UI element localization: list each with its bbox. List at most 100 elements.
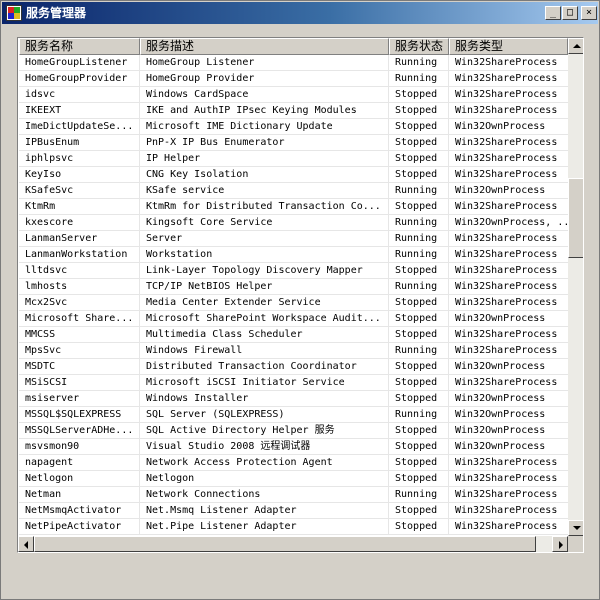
table-row[interactable]: napagent Network Access Protection Agent S… (19, 455, 568, 471)
vertical-scrollbar[interactable] (568, 38, 583, 536)
service-status-cell: Stopped (389, 119, 449, 134)
service-type-cell: Win32OwnProcess (455, 393, 546, 404)
table-row[interactable]: lmhosts TCP/IP NetBIOS Helper Running Win32… (19, 279, 568, 295)
service-status-cell: Stopped (389, 199, 449, 214)
service-status-cell: Running (389, 279, 449, 294)
table-row[interactable]: KSafeSvc KSafe service Running Win32OwnProc… (19, 183, 568, 199)
service-status-cell: Running (389, 487, 449, 502)
service-description-cell: KSafe service (140, 183, 389, 198)
scroll-up-button[interactable] (568, 38, 583, 54)
table-row[interactable]: LanmanServer Server Running Win32ShareProce… (19, 231, 568, 247)
service-description-cell: Net.Pipe Listener Adapter (140, 519, 389, 534)
service-name-cell: kxescore (19, 215, 140, 230)
service-name-cell: NetPipeActivator (19, 519, 140, 534)
table-row[interactable]: Mcx2Svc Media Center Extender Service Stop… (19, 295, 568, 311)
table-row[interactable]: msvsmon90 Visual Studio 2008 远程调试器 Stopped… (19, 439, 568, 455)
scroll-left-button[interactable] (18, 536, 34, 552)
table-row[interactable]: ImeDictUpdateSe... Microsoft IME Dictiona… (19, 119, 568, 135)
service-name-cell: MSSQLServerADHe... (19, 423, 140, 438)
minimize-button[interactable]: _ (545, 6, 561, 20)
service-description-cell: PnP-X IP Bus Enumerator (140, 135, 389, 150)
column-header-service-status[interactable]: 服务状态 (389, 38, 449, 55)
table-row[interactable]: IKEEXT IKE and AuthIP IPsec Keying Module… (19, 103, 568, 119)
title-bar[interactable]: 服务管理器 _ □ × (2, 2, 598, 24)
service-list-view[interactable]: 服务名称 服务描述 服务状态 服务类型 HomeGroupListener Hom… (17, 37, 584, 553)
table-row[interactable]: lltdsvc Link-Layer Topology Discovery Map… (19, 263, 568, 279)
vertical-scroll-thumb[interactable] (568, 178, 583, 258)
service-description-cell: IP Helper (140, 151, 389, 166)
service-type-cell: Win32ShareProcess (455, 137, 558, 148)
service-name-cell: KeyIso (19, 167, 140, 182)
table-row[interactable]: MSiSCSI Microsoft iSCSI Initiator Service… (19, 375, 568, 391)
table-row[interactable]: KtmRm KtmRm for Distributed Transaction C… (19, 199, 568, 215)
maximize-button[interactable]: □ (562, 6, 578, 20)
service-type-cell: Win32ShareProcess (455, 89, 558, 100)
table-row[interactable]: HomeGroupProvider HomeGroup Provider Runni… (19, 71, 568, 87)
table-row[interactable]: IPBusEnum PnP-X IP Bus Enumerator Stopped W… (19, 135, 568, 151)
table-row[interactable]: Netman Network Connections Running Win32Sha… (19, 487, 568, 503)
service-description-cell: Visual Studio 2008 远程调试器 (140, 439, 389, 454)
service-type-cell: Win32ShareProcess (455, 281, 558, 292)
horizontal-scrollbar[interactable] (18, 536, 568, 552)
table-row[interactable]: NetMsmqActivator Net.Msmq Listener Adapte… (19, 503, 568, 519)
service-status-cell: Running (389, 343, 449, 358)
service-type-cell: Win32ShareProcess (455, 57, 558, 68)
table-row[interactable]: MSDTC Distributed Transaction Coordinator… (19, 359, 568, 375)
service-status-cell: Stopped (389, 375, 449, 390)
service-name-cell: Netman (19, 487, 140, 502)
table-row[interactable]: KeyIso CNG Key Isolation Stopped Win32Share… (19, 167, 568, 183)
table-row[interactable]: NetPipeActivator Net.Pipe Listener Adapte… (19, 519, 568, 535)
service-manager-window: 服务管理器 _ □ × 服务名称 服务描述 服务状态 服务类型 HomeGrou… (0, 0, 600, 600)
table-row[interactable]: Netlogon Netlogon Stopped Win32ShareProcess (19, 471, 568, 487)
service-name-cell: Mcx2Svc (19, 295, 140, 310)
service-name-cell: MMCSS (19, 327, 140, 342)
column-header-service-name[interactable]: 服务名称 (19, 38, 140, 55)
table-row[interactable]: MSSQLServerADHe... SQL Active Directory H… (19, 423, 568, 439)
service-name-cell: HomeGroupProvider (19, 71, 140, 86)
service-status-cell: Running (389, 407, 449, 422)
service-status-cell: Stopped (389, 151, 449, 166)
close-button[interactable]: × (581, 6, 597, 20)
service-type-cell: Win32OwnProcess (455, 185, 546, 196)
service-name-cell: LanmanWorkstation (19, 247, 140, 262)
service-name-cell: MSDTC (19, 359, 140, 374)
service-status-cell: Stopped (389, 327, 449, 342)
service-type-cell: Win32ShareProcess (455, 169, 558, 180)
service-name-cell: HomeGroupListener (19, 55, 140, 70)
scroll-down-button[interactable] (568, 520, 583, 536)
service-name-cell: IPBusEnum (19, 135, 140, 150)
service-status-cell: Running (389, 215, 449, 230)
service-type-cell: Win32ShareProcess (455, 233, 558, 244)
service-name-cell: lltdsvc (19, 263, 140, 278)
horizontal-scroll-thumb[interactable] (34, 536, 536, 552)
service-description-cell: TCP/IP NetBIOS Helper (140, 279, 389, 294)
service-description-cell: Netlogon (140, 471, 389, 486)
table-row[interactable]: iphlpsvc IP Helper Stopped Win32ShareProces… (19, 151, 568, 167)
service-description-cell: Media Center Extender Service (140, 295, 389, 310)
service-type-cell: Win32ShareProcess (455, 265, 558, 276)
service-name-cell: lmhosts (19, 279, 140, 294)
service-name-cell: Microsoft Share... (19, 311, 140, 326)
service-description-cell: HomeGroup Provider (140, 71, 389, 86)
column-header-service-description[interactable]: 服务描述 (140, 38, 389, 55)
service-type-cell: Win32OwnProcess (455, 361, 546, 372)
service-status-cell: Stopped (389, 471, 449, 486)
table-row[interactable]: LanmanWorkstation Workstation Running Win32… (19, 247, 568, 263)
service-name-cell: LanmanServer (19, 231, 140, 246)
service-status-cell: Running (389, 247, 449, 262)
table-row[interactable]: HomeGroupListener HomeGroup Listener Runni… (19, 55, 568, 71)
app-icon[interactable] (6, 5, 22, 21)
table-row[interactable]: idsvc Windows CardSpace Stopped Win32ShareP… (19, 87, 568, 103)
service-name-cell: NetMsmqActivator (19, 503, 140, 518)
table-row[interactable]: kxescore Kingsoft Core Service Running Win3… (19, 215, 568, 231)
table-row[interactable]: msiserver Windows Installer Stopped Win32Ow… (19, 391, 568, 407)
column-header-service-type[interactable]: 服务类型 (449, 38, 568, 55)
table-row[interactable]: MMCSS Multimedia Class Scheduler Stopped Wi… (19, 327, 568, 343)
service-status-cell: Stopped (389, 263, 449, 278)
scroll-right-button[interactable] (552, 536, 568, 552)
table-row[interactable]: Microsoft Share... Microsoft SharePoint W… (19, 311, 568, 327)
table-row[interactable]: MSSQL$SQLEXPRESS SQL Server (SQLEXPRESS) R… (19, 407, 568, 423)
table-row[interactable]: MpsSvc Windows Firewall Running Win32ShareP… (19, 343, 568, 359)
service-name-cell: MpsSvc (19, 343, 140, 358)
service-type-cell: Win32OwnProcess (455, 441, 546, 452)
